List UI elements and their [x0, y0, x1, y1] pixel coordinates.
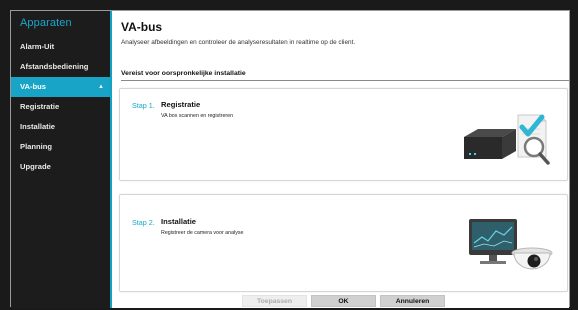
- sidebar-item-va-bus[interactable]: VA-bus ▲: [11, 77, 110, 97]
- step-name: Installatie: [161, 217, 197, 226]
- sidebar-item-label: Registratie: [20, 102, 60, 111]
- main-panel: VA-bus Analyseer afbeeldingen en control…: [112, 11, 569, 308]
- sidebar-item-label: Planning: [20, 142, 53, 151]
- step-number: Stap 2.: [132, 218, 155, 227]
- sidebar-item-registratie[interactable]: Registratie: [11, 97, 110, 117]
- box-scan-icon: [464, 114, 550, 165]
- section-divider: [121, 80, 569, 81]
- sidebar: Apparaten Alarm-Uit Afstandsbediening VA…: [11, 11, 112, 308]
- step-name: Registratie: [161, 100, 201, 109]
- footer-bar: Toepassen OK Annuleren: [112, 294, 569, 308]
- step-description: Registreer de camera voor analyse: [161, 230, 244, 236]
- cancel-button[interactable]: Annuleren: [380, 295, 445, 307]
- step-card-installatie[interactable]: Stap 2. Installatie Registreer de camera…: [119, 194, 568, 292]
- dialog-window: Apparaten Alarm-Uit Afstandsbediening VA…: [10, 10, 570, 308]
- ok-button[interactable]: OK: [311, 295, 376, 307]
- page-subtitle: Analyseer afbeeldingen en controleer de …: [121, 39, 356, 46]
- caret-up-icon: ▲: [98, 84, 104, 90]
- sidebar-item-afstandsbediening[interactable]: Afstandsbediening: [11, 57, 110, 77]
- section-title: Vereist voor oorspronkelijke installatie: [121, 70, 246, 77]
- sidebar-item-label: Alarm-Uit: [20, 42, 55, 51]
- sidebar-item-label: Installatie: [20, 122, 56, 131]
- step-description: VA box scannen en registreren: [161, 113, 234, 119]
- monitor-camera-icon: [469, 219, 553, 270]
- sidebar-item-installatie[interactable]: Installatie: [11, 117, 110, 137]
- sidebar-item-label: Upgrade: [20, 162, 51, 171]
- sidebar-item-planning[interactable]: Planning: [11, 137, 110, 157]
- step-number: Stap 1.: [132, 101, 155, 110]
- sidebar-item-label: VA-bus: [20, 82, 47, 91]
- sidebar-item-upgrade[interactable]: Upgrade: [11, 157, 110, 177]
- page-title: VA-bus: [121, 20, 163, 34]
- step-card-registratie[interactable]: Stap 1. Registratie VA box scannen en re…: [119, 88, 568, 181]
- sidebar-list: Alarm-Uit Afstandsbediening VA-bus ▲ Reg…: [11, 37, 110, 177]
- sidebar-item-alarm-uit[interactable]: Alarm-Uit: [11, 37, 110, 57]
- apply-button[interactable]: Toepassen: [242, 295, 307, 307]
- sidebar-item-label: Afstandsbediening: [20, 62, 89, 71]
- sidebar-title: Apparaten: [20, 17, 72, 29]
